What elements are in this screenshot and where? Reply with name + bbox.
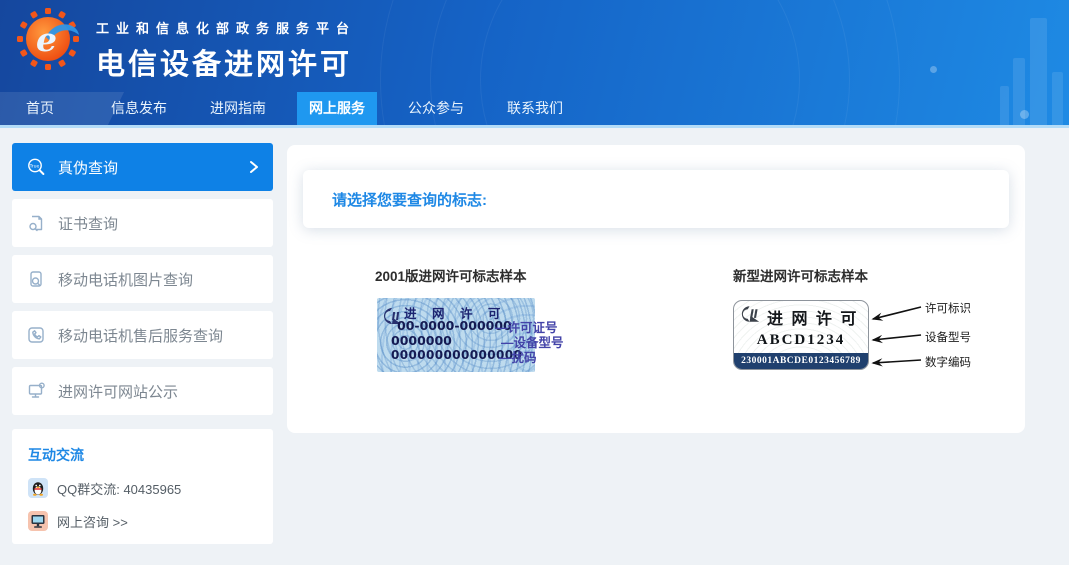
sidebar-item-label: 真伪查询	[58, 157, 118, 178]
true-verify-search-icon: True	[26, 157, 46, 177]
sidebar-item-certificate-query[interactable]: 证书查询	[12, 199, 273, 247]
sidebar-item-authenticity-query[interactable]: True 真伪查询	[12, 143, 273, 191]
sample-2001-mark[interactable]: 2001版进网许可标志样本 进 网 许 可 00-0000-000000 000…	[375, 265, 620, 374]
miit-gear-logo[interactable]: e	[15, 6, 81, 72]
site-title: 电信设备进网许可	[96, 41, 356, 83]
cmii-emblem-icon	[739, 304, 764, 329]
interaction-panel: 互动交流 QQ群交流: 40435965	[12, 429, 273, 544]
svg-text:True: True	[29, 163, 40, 169]
qq-penguin-icon	[28, 478, 48, 498]
nav-item-participation[interactable]: 公众参与	[396, 92, 476, 125]
annotation-arrows	[863, 298, 923, 381]
qq-group-label: QQ群交流: 40435965	[57, 479, 181, 498]
header-titles: 工业和信息化部政务服务平台 电信设备进网许可	[96, 18, 356, 83]
mark-new-heading-row: 进 网 许 可	[734, 303, 868, 330]
annotation-device-model-new: 设备型号	[925, 329, 971, 345]
chevron-right-icon	[249, 160, 259, 174]
nav-item-online-service[interactable]: 网上服务	[297, 92, 377, 125]
mark-new-label: 进 网 许 可 ABCD1234 230001ABCDE0123456789	[733, 300, 869, 370]
sidebar-item-label: 证书查询	[58, 213, 118, 234]
sidebar-item-label: 移动电话机图片查询	[58, 269, 193, 290]
annotation-scramble-code: —扰码	[499, 347, 537, 366]
sidebar-item-label: 进网许可网站公示	[58, 381, 178, 402]
main-nav: 首页 信息发布 进网指南 网上服务 公众参与 联系我们	[0, 92, 1069, 125]
prompt-text: 请选择您要查询的标志:	[332, 189, 487, 210]
interaction-title: 互动交流	[28, 445, 257, 465]
qq-group-link[interactable]: QQ群交流: 40435965	[28, 478, 257, 498]
mark-new-digital-code: 230001ABCDE0123456789	[734, 353, 868, 369]
nav-item-home[interactable]: 首页	[0, 92, 80, 125]
certificate-search-icon	[26, 213, 46, 233]
gear-swirl-icon: e	[15, 6, 81, 72]
mark-new-device-model: ABCD1234	[734, 332, 868, 349]
nav-item-contact[interactable]: 联系我们	[495, 92, 575, 125]
sample-2001-title: 2001版进网许可标志样本	[375, 265, 620, 285]
nav-item-news[interactable]: 信息发布	[99, 92, 179, 125]
mark-new-heading: 进 网 许 可	[767, 305, 858, 329]
sidebar-item-label: 移动电话机售后服务查询	[58, 325, 223, 346]
sidebar: True 真伪查询 证书查询	[12, 143, 273, 544]
main-panel: 请选择您要查询的标志: 2001版进网许可标志样本 进 网 许 可 00-000…	[287, 145, 1025, 433]
annotation-license-identifier: 许可标识	[925, 300, 971, 316]
svg-text:e: e	[36, 20, 57, 59]
sidebar-item-website-publicity[interactable]: 进网许可网站公示	[12, 367, 273, 415]
sample-new-mark[interactable]: 新型进网许可标志样本 进 网 许 可 ABCD1234 230001AB	[733, 265, 1025, 378]
online-consult-link[interactable]: 网上咨询 >>	[28, 511, 257, 531]
sidebar-item-after-sales-query[interactable]: 移动电话机售后服务查询	[12, 311, 273, 359]
mark-2001-device-model: 0000000	[391, 333, 452, 348]
license-mark-new[interactable]: 进 网 许 可 ABCD1234 230001ABCDE0123456789	[733, 298, 1025, 378]
site-header: e 工业和信息化部政务服务平台 电信设备进网许可 首页 信息发布 进网指南 网上…	[0, 0, 1069, 128]
nav-item-guide[interactable]: 进网指南	[198, 92, 278, 125]
license-mark-2001[interactable]: 进 网 许 可 00-0000-000000 0000000 000000000…	[375, 298, 620, 374]
sidebar-item-phone-image-query[interactable]: 移动电话机图片查询	[12, 255, 273, 303]
sample-new-title: 新型进网许可标志样本	[733, 265, 1025, 285]
online-consult-monitor-icon	[28, 511, 48, 531]
annotation-digital-code: 数字编码	[925, 354, 971, 370]
phone-after-sales-icon	[26, 325, 46, 345]
platform-title: 工业和信息化部政务服务平台	[96, 18, 356, 37]
prompt-card: 请选择您要查询的标志:	[303, 170, 1009, 228]
website-monitor-icon	[26, 381, 46, 401]
decor-dot	[930, 66, 937, 73]
online-consult-label: 网上咨询 >>	[57, 512, 128, 531]
phone-image-search-icon	[26, 269, 46, 289]
